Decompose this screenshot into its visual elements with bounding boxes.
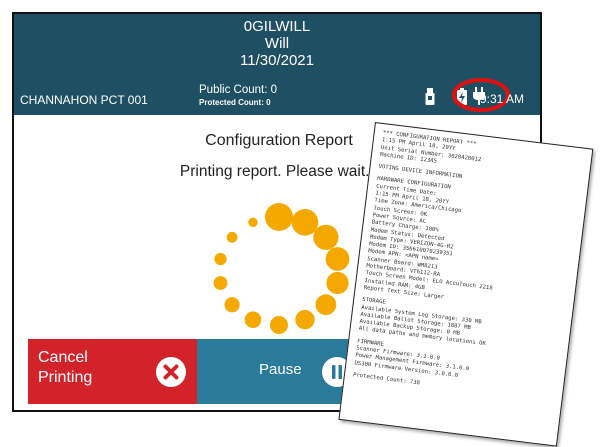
spinner-dot (214, 252, 227, 266)
loading-spinner (213, 203, 350, 334)
clock: 9:31 AM (480, 92, 525, 106)
user-id: 0GILWILL (243, 18, 311, 35)
public-count: Public Count: 0 (199, 84, 277, 96)
usb-icon (425, 88, 435, 105)
spinner-dot (226, 231, 238, 243)
election-date: 11/30/2021 (240, 52, 314, 69)
pause-label: Pause (259, 361, 302, 378)
precinct-name: CHANNAHON PCT 001 (20, 93, 148, 107)
spinner-dot (213, 276, 228, 290)
cancel-printing-label: Cancel Printing (38, 349, 93, 386)
user-name: Will (264, 35, 290, 52)
spinner-dot (326, 271, 349, 295)
close-icon (156, 357, 186, 387)
printed-configuration-report: *** CONFIGURATION REPORT *** 1:15 PM Apri… (338, 122, 594, 447)
status-header: 0GILWILL Will 11/30/2021 CHANNAHON PCT 0… (14, 14, 540, 115)
spinner-dot (325, 247, 350, 271)
protected-count: Protected Count: 0 (199, 98, 271, 107)
spinner-dot (313, 224, 339, 250)
spinner-dot (315, 294, 337, 316)
spinner-dot (265, 203, 293, 231)
spinner-dot (295, 310, 315, 330)
spinner-dot (224, 297, 240, 313)
spinner-dot (244, 311, 262, 328)
spinner-dot (291, 209, 319, 236)
spinner-dot (270, 316, 288, 334)
spinner-dot (248, 217, 258, 227)
cancel-printing-button[interactable]: Cancel Printing (28, 339, 200, 404)
